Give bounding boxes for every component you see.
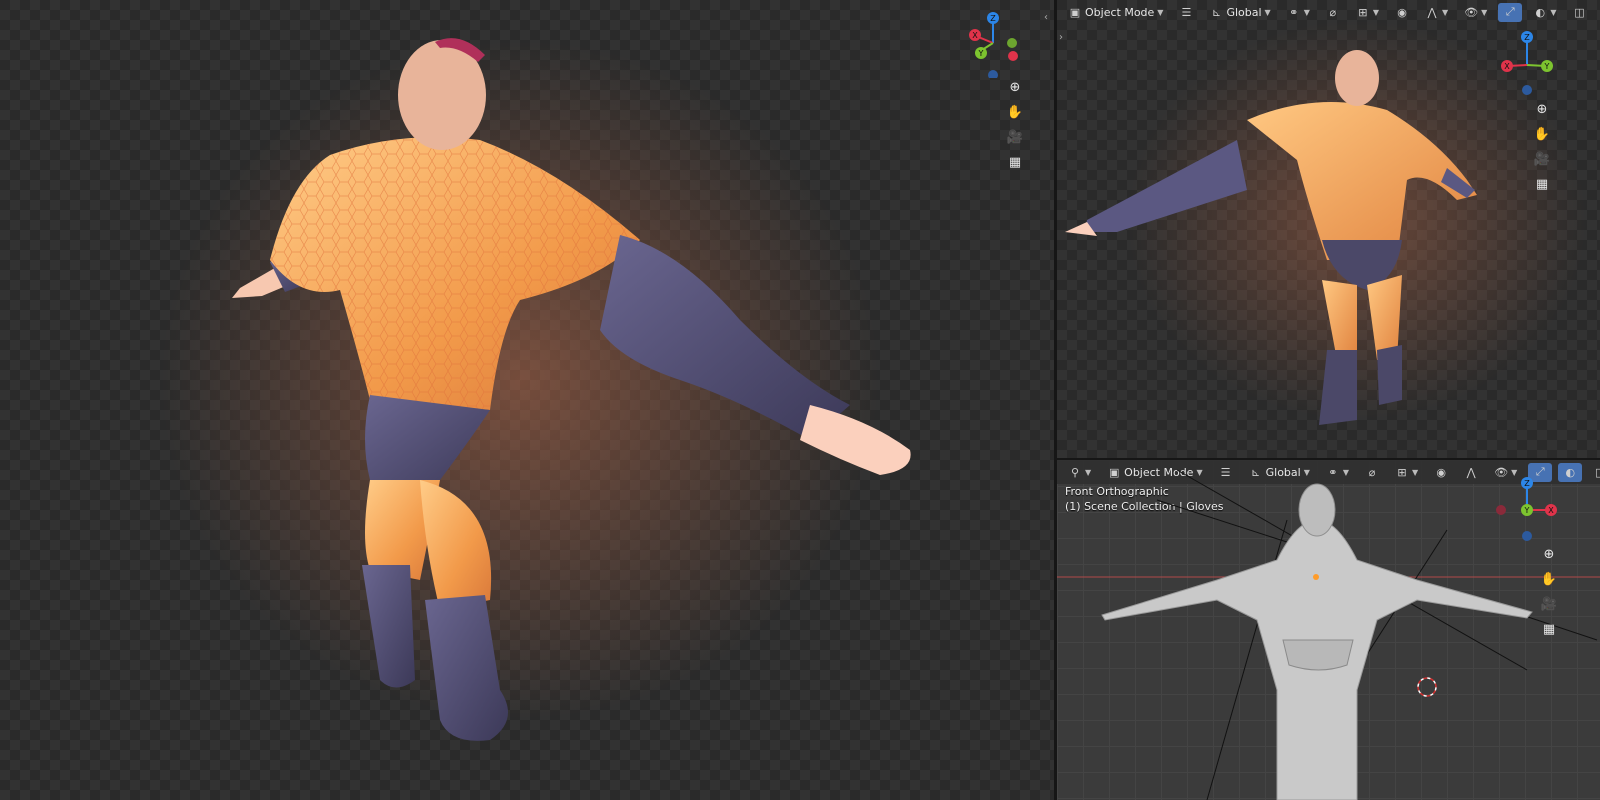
top-right-viewport[interactable]: ▣ Object Mode ▼ ☰ ⊾ Global ▼ ⚭ ▼ ⌀ ⊞ ▼ ◉ ⋀… (1057, 0, 1600, 458)
svg-text:X: X (972, 31, 978, 40)
svg-text:Z: Z (990, 14, 996, 23)
sidebar-toggle[interactable]: ‹ (1044, 12, 1048, 23)
left-viewport[interactable]: Z X Y ⊕ ✋ 🎥 ▦ ‹ (0, 0, 1054, 800)
view-navigation-tools: ⊕ ✋ 🎥 ▦ (1005, 78, 1025, 171)
neg-y-handle[interactable] (1007, 38, 1017, 48)
neg-z-handle[interactable] (988, 70, 998, 78)
svg-text:Y: Y (1544, 62, 1550, 71)
navigation-gizmo[interactable]: Z X Y (962, 8, 1032, 78)
zoom-icon[interactable]: ⊕ (1532, 100, 1552, 118)
view-navigation-tools: ⊕ ✋ 🎥 ▦ (1532, 100, 1552, 193)
neg-x-handle[interactable] (1496, 505, 1506, 515)
bottom-right-viewport[interactable]: ⚲ ▼ ▣ Object Mode ▼ ☰ ⊾ Global ▼ ⚭ ▼ ⌀ ⊞ ▼ … (1057, 460, 1600, 800)
hand-pan-icon[interactable]: ✋ (1005, 103, 1025, 121)
grid-icon[interactable]: ▦ (1005, 153, 1025, 171)
svg-text:X: X (1504, 62, 1510, 71)
zoom-icon[interactable]: ⊕ (1005, 78, 1025, 96)
neg-z-handle[interactable] (1522, 85, 1532, 95)
render-scene (160, 38, 911, 741)
svg-text:Y: Y (1524, 506, 1530, 515)
grid-icon[interactable]: ▦ (1532, 175, 1552, 193)
zoom-icon[interactable]: ⊕ (1539, 545, 1559, 563)
neg-x-handle[interactable] (1008, 51, 1018, 61)
hand-pan-icon[interactable]: ✋ (1539, 570, 1559, 588)
grid-icon[interactable]: ▦ (1539, 620, 1559, 638)
svg-text:Y: Y (978, 49, 984, 58)
neg-z-handle[interactable] (1522, 531, 1532, 541)
camera-icon[interactable]: 🎥 (1005, 128, 1025, 146)
navigation-gizmo[interactable]: Z Y X (1494, 474, 1564, 544)
hand-pan-icon[interactable]: ✋ (1532, 125, 1552, 143)
camera-icon[interactable]: 🎥 (1532, 150, 1552, 168)
svg-text:Z: Z (1524, 479, 1530, 488)
view-navigation-tools: ⊕ ✋ 🎥 ▦ (1539, 545, 1559, 638)
svg-text:Z: Z (1524, 33, 1530, 42)
navigation-gizmo[interactable]: Z X Y (1494, 30, 1564, 100)
svg-text:X: X (1548, 506, 1554, 515)
camera-icon[interactable]: 🎥 (1539, 595, 1559, 613)
